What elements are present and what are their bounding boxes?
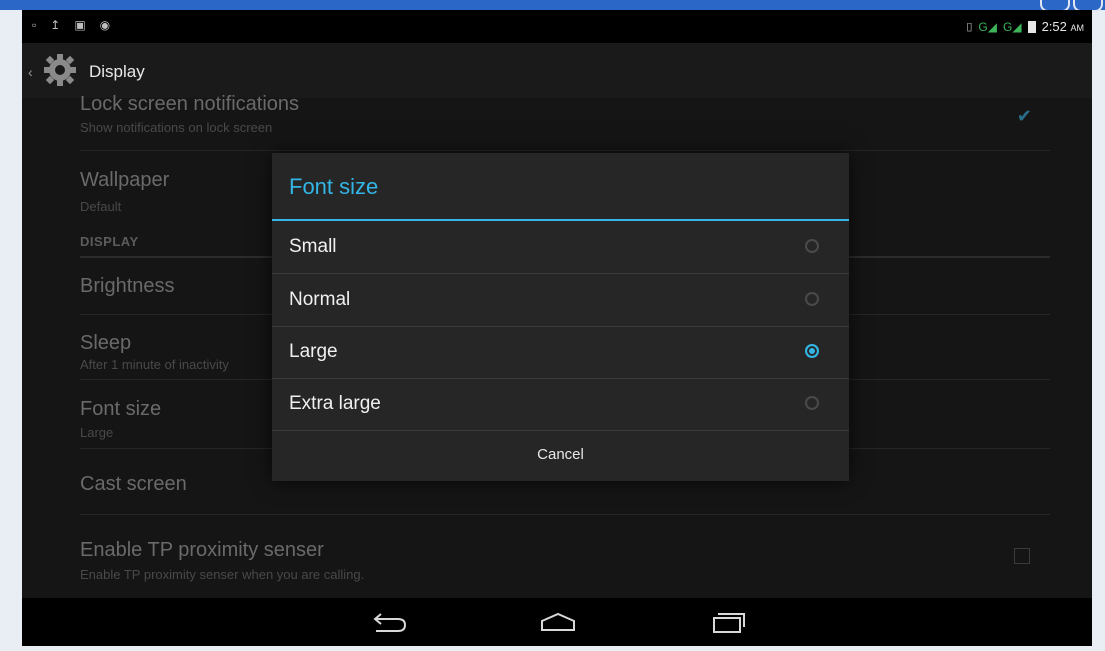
- setting-title: Font size: [80, 398, 162, 420]
- cancel-button[interactable]: Cancel: [272, 429, 849, 481]
- clock: 2:52 AM: [1041, 19, 1084, 34]
- window-title-strip: [0, 0, 1105, 10]
- setting-subtitle: Default: [80, 199, 122, 214]
- font-size-dialog: Font size Small Normal Large Extra large…: [272, 153, 849, 481]
- radio-button-icon[interactable]: [805, 396, 819, 410]
- setting-subtitle: Enable TP proximity senser when you are …: [80, 567, 365, 582]
- recent-apps-icon[interactable]: [708, 610, 748, 634]
- setting-subtitle: Show notifications on lock screen: [80, 120, 273, 135]
- font-option-small[interactable]: Small: [272, 221, 849, 274]
- up-caret-icon[interactable]: ‹: [28, 64, 33, 80]
- gear-icon[interactable]: [43, 53, 77, 87]
- status-indicators: ▯ G◢ G◢ 2:52 AM: [966, 19, 1084, 34]
- radio-button-selected-icon[interactable]: [805, 344, 819, 358]
- setting-title: Brightness: [80, 275, 175, 297]
- setting-lock-screen-notifications[interactable]: Lock screen notifications Show notificat…: [80, 93, 1050, 151]
- setting-title: Lock screen notifications: [80, 93, 300, 115]
- font-option-normal[interactable]: Normal: [272, 274, 849, 327]
- dialog-title: Font size: [289, 174, 379, 199]
- option-label: Large: [289, 341, 338, 362]
- home-icon[interactable]: [538, 610, 578, 634]
- back-icon[interactable]: [370, 610, 410, 634]
- setting-title: Wallpaper: [80, 169, 170, 191]
- setting-subtitle: After 1 minute of inactivity: [80, 357, 229, 372]
- setting-subtitle: Large: [80, 425, 114, 440]
- font-option-large[interactable]: Large: [272, 326, 849, 379]
- font-option-extra-large[interactable]: Extra large: [272, 378, 849, 431]
- battery-icon: [1027, 20, 1036, 33]
- option-label: Small: [289, 236, 337, 257]
- radio-button-icon[interactable]: [805, 292, 819, 306]
- radio-button-icon[interactable]: [805, 239, 819, 253]
- action-bar: ‹ Display: [22, 43, 1092, 98]
- option-label: Extra large: [289, 393, 381, 414]
- setting-tp-proximity[interactable]: Enable TP proximity senser Enable TP pro…: [80, 515, 1050, 598]
- usb-icon: ▫: [32, 18, 37, 32]
- android-screen: ▫ ↥ ▣ ◉ ▯ G◢ G◢ 2:52 AM ‹ Display Lock s…: [22, 10, 1092, 646]
- checkbox[interactable]: [1014, 548, 1030, 564]
- option-label: Normal: [289, 289, 351, 310]
- page-title: Display: [89, 62, 145, 81]
- notification-icons: ▫ ↥ ▣ ◉: [32, 18, 110, 32]
- navigation-bar: [22, 598, 1092, 646]
- setting-title: Enable TP proximity senser: [80, 539, 324, 561]
- status-bar: ▫ ↥ ▣ ◉ ▯ G◢ G◢ 2:52 AM: [22, 10, 1092, 43]
- setting-title: Cast screen: [80, 473, 187, 495]
- android-icon: ◉: [99, 18, 111, 32]
- signal-2-icon: G◢: [1002, 19, 1022, 34]
- checkmark-icon[interactable]: ✔: [1017, 106, 1032, 127]
- upload-icon: ↥: [50, 18, 61, 32]
- sim-icon: ▯: [966, 21, 973, 33]
- section-header-display: DISPLAY: [80, 234, 139, 249]
- setting-title: Sleep: [80, 332, 132, 354]
- image-icon: ▣: [74, 18, 86, 32]
- signal-1-icon: G◢: [978, 19, 997, 34]
